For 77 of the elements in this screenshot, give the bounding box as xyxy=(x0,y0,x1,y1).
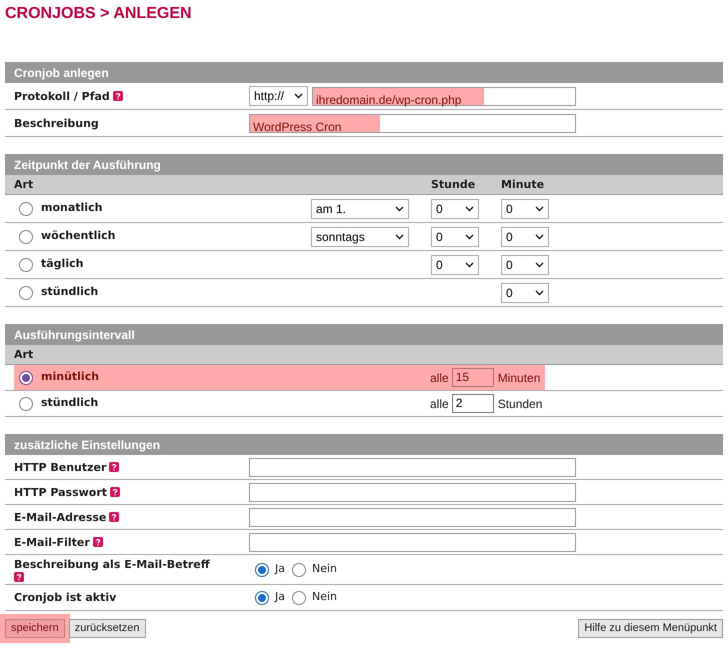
input-field[interactable]: 2 xyxy=(452,394,494,413)
field-label: Beschreibung xyxy=(14,116,99,130)
prefix-text: alle xyxy=(430,396,449,412)
section-header: Zeitpunkt der Ausführung xyxy=(5,154,723,175)
help-icon[interactable] xyxy=(110,486,120,496)
input-field[interactable] xyxy=(249,532,576,552)
help-icon[interactable] xyxy=(14,572,24,582)
dropdown[interactable]: 0 xyxy=(501,226,549,246)
radio-button[interactable] xyxy=(255,562,269,576)
chevron-down-icon xyxy=(294,93,303,99)
dropdown[interactable]: 0 xyxy=(431,254,479,274)
dropdown[interactable]: http:// xyxy=(249,86,308,106)
chevron-down-icon xyxy=(395,234,404,240)
option-label: täglich xyxy=(41,256,84,272)
field-label: HTTP Benutzer xyxy=(14,460,106,474)
input-field[interactable]: 15 xyxy=(452,368,494,387)
field-label: E-Mail-Filter xyxy=(14,536,90,548)
column-header: Stunde xyxy=(431,177,476,193)
page-title: CRONJOBS > ANLEGEN xyxy=(4,4,193,24)
dropdown[interactable]: 0 xyxy=(501,254,549,274)
option-label: stündlich xyxy=(41,395,98,412)
dropdown[interactable]: 0 xyxy=(431,198,479,218)
section-header: zusätzliche Einstellungen xyxy=(5,434,723,455)
prefix-text: alle xyxy=(430,370,449,386)
field-label: Protokoll / Pfad xyxy=(14,90,110,102)
option-label: Ja xyxy=(275,589,285,606)
help-icon[interactable] xyxy=(112,90,123,100)
radio-button[interactable] xyxy=(19,370,33,384)
input-field[interactable]: WordPress Cron xyxy=(249,114,576,132)
section-header: Ausführungsintervall xyxy=(5,324,723,345)
chevron-down-icon xyxy=(535,262,544,268)
action-button[interactable]: zurücksetzen xyxy=(68,619,146,638)
unit-text: Minuten xyxy=(498,370,540,386)
option-label: monatlich xyxy=(41,200,102,216)
chevron-down-icon xyxy=(395,206,404,212)
chevron-down-icon xyxy=(465,262,474,268)
chevron-down-icon xyxy=(535,206,544,212)
help-icon[interactable] xyxy=(92,536,103,546)
help-icon[interactable] xyxy=(109,512,120,522)
column-header: Art xyxy=(13,348,34,361)
radio-button[interactable] xyxy=(19,396,33,410)
dropdown[interactable]: 0 xyxy=(431,226,479,246)
radio-button[interactable] xyxy=(255,590,269,604)
radio-button[interactable] xyxy=(292,590,306,604)
option-label: wöchentlich xyxy=(41,228,116,244)
dropdown[interactable]: am 1. xyxy=(311,198,409,218)
chevron-down-icon xyxy=(535,234,544,240)
radio-button[interactable] xyxy=(19,202,33,216)
chevron-down-icon xyxy=(465,206,474,212)
option-label: Nein xyxy=(312,589,338,606)
input-field[interactable] xyxy=(249,508,576,526)
dropdown[interactable]: sonntags xyxy=(311,226,409,246)
input-field[interactable] xyxy=(249,458,576,476)
option-label: Ja xyxy=(275,561,285,578)
field-label: Cronjob ist aktiv xyxy=(14,591,116,604)
column-header: Minute xyxy=(501,177,546,193)
option-label: stündlich xyxy=(41,284,98,300)
chevron-down-icon xyxy=(465,234,474,240)
option-label: minütlich xyxy=(41,369,100,386)
field-label: Beschreibung als E-Mail-Betreff xyxy=(14,558,210,571)
section-header: Cronjob anlegen xyxy=(5,62,723,83)
help-icon[interactable] xyxy=(109,462,120,472)
field-label: E-Mail-Adresse xyxy=(14,510,106,524)
chevron-down-icon xyxy=(535,290,544,296)
radio-button[interactable] xyxy=(19,286,33,300)
radio-button[interactable] xyxy=(292,562,306,576)
action-button[interactable]: Hilfe zu diesem Menüpunkt xyxy=(578,619,723,638)
radio-button[interactable] xyxy=(19,258,33,272)
column-header: Art xyxy=(13,177,34,193)
input-field[interactable]: ihredomain.de/wp-cron.php xyxy=(312,86,576,106)
radio-button[interactable] xyxy=(19,230,33,244)
unit-text: Stunden xyxy=(498,396,542,412)
dropdown[interactable]: 0 xyxy=(501,282,549,302)
field-label: HTTP Passwort xyxy=(14,486,108,498)
dropdown[interactable]: 0 xyxy=(501,198,549,218)
input-field[interactable] xyxy=(249,482,576,502)
option-label: Nein xyxy=(312,561,338,578)
